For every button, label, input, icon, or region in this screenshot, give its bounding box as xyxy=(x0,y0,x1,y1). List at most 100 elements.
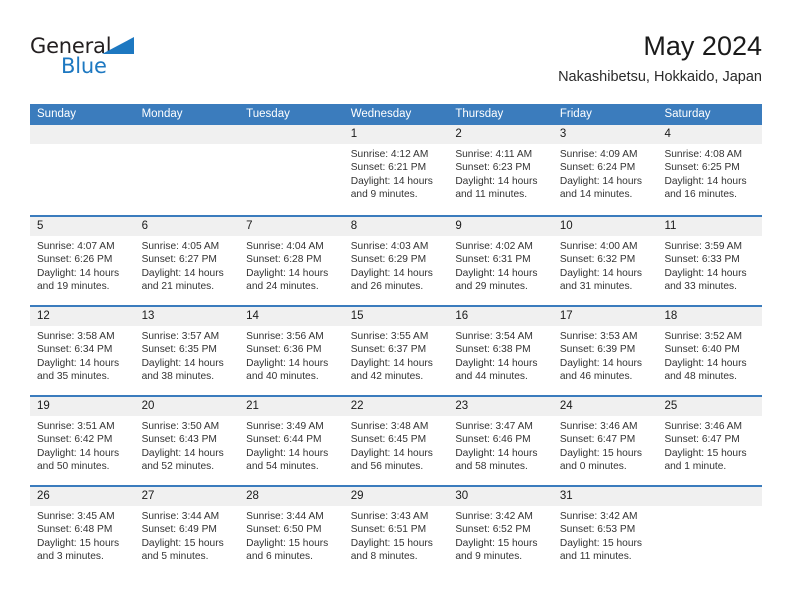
day-detail-line: Daylight: 15 hours xyxy=(246,537,329,549)
day-detail-line: Sunrise: 3:46 AM xyxy=(559,421,638,432)
calendar-day-cell[interactable]: 15 Sunrise: 3:55 AM Sunset: 6:37 PM Dayligh… xyxy=(343,307,449,395)
day-detail-line: and 26 minutes. xyxy=(350,281,424,293)
day-detail-line: Daylight: 15 hours xyxy=(559,447,643,459)
calendar-day-cell[interactable]: 14 Sunrise: 3:56 AM Sunset: 6:36 PM Dayligh… xyxy=(239,307,344,395)
calendar-week-row: 12 Sunrise: 3:58 AM Sunset: 6:34 PM Dayligh… xyxy=(30,305,763,395)
calendar-day-cell[interactable]: 11 Sunrise: 3:59 AM Sunset: 6:33 PM Dayligh… xyxy=(657,217,763,305)
day-number-header: 11 xyxy=(657,217,763,236)
day-detail-line: Sunrise: 3:50 AM xyxy=(141,421,220,432)
calendar-grid: Sunday Monday Tuesday Wednesday Thursday… xyxy=(30,104,763,575)
day-details: Sunrise: 3:56 AM Sunset: 6:36 PM Daylight:… xyxy=(239,326,344,384)
day-number: 4 xyxy=(664,128,671,140)
day-details: Sunrise: 4:09 AM Sunset: 6:24 PM Daylight:… xyxy=(553,144,658,202)
day-detail-line: Daylight: 14 hours xyxy=(246,267,329,279)
day-number-header: 19 xyxy=(30,397,135,416)
day-detail-line: Sunset: 6:31 PM xyxy=(455,254,531,266)
day-number-header: 9 xyxy=(448,217,553,236)
day-detail-line: Daylight: 15 hours xyxy=(350,537,433,549)
day-number: 28 xyxy=(246,490,259,502)
day-detail-line: Daylight: 14 hours xyxy=(664,175,747,187)
calendar-day-cell[interactable]: 19 Sunrise: 3:51 AM Sunset: 6:42 PM Dayligh… xyxy=(30,397,135,485)
calendar-day-cell[interactable]: 30 Sunrise: 3:42 AM Sunset: 6:52 PM Dayligh… xyxy=(448,487,553,575)
calendar-day-cell[interactable]: 5 Sunrise: 4:07 AM Sunset: 6:26 PM Daylight… xyxy=(30,217,135,305)
weekday-header-saturday: Saturday xyxy=(664,108,711,120)
day-number: 31 xyxy=(559,490,573,502)
calendar-day-cell[interactable]: 4 Sunrise: 4:08 AM Sunset: 6:25 PM Daylight… xyxy=(657,125,763,215)
calendar-day-cell[interactable]: 6 Sunrise: 4:05 AM Sunset: 6:27 PM Daylight… xyxy=(134,217,240,305)
calendar-day-cell[interactable]: 31 Sunrise: 3:42 AM Sunset: 6:53 PM Dayligh… xyxy=(552,487,658,575)
day-detail-line: Daylight: 15 hours xyxy=(455,537,538,549)
day-detail-line: Sunrise: 3:59 AM xyxy=(664,241,743,252)
day-detail-line: Sunset: 6:24 PM xyxy=(559,162,636,174)
day-detail-line: and 24 minutes. xyxy=(246,281,319,293)
calendar-day-cell-empty xyxy=(134,125,240,215)
calendar-day-cell[interactable]: 26 Sunrise: 3:45 AM Sunset: 6:48 PM Dayligh… xyxy=(30,487,135,575)
brand-logo[interactable]: General Blue xyxy=(30,34,150,82)
calendar-day-cell[interactable]: 8 Sunrise: 4:03 AM Sunset: 6:29 PM Daylight… xyxy=(343,217,449,305)
day-number-header: 25 xyxy=(657,397,763,416)
day-detail-line: Sunset: 6:25 PM xyxy=(664,162,740,174)
calendar-day-cell[interactable]: 28 Sunrise: 3:44 AM Sunset: 6:50 PM Dayligh… xyxy=(239,487,344,575)
day-detail-line: and 11 minutes. xyxy=(559,551,632,563)
day-detail-line: Sunset: 6:47 PM xyxy=(664,434,740,446)
day-detail-line: Sunset: 6:40 PM xyxy=(664,344,740,356)
day-number-header: 8 xyxy=(343,217,449,236)
weekday-header-monday: Monday xyxy=(141,108,183,120)
day-details: Sunrise: 3:57 AM Sunset: 6:35 PM Daylight:… xyxy=(135,326,240,384)
calendar-page: General Blue May 2024 Nakashibetsu, Hokk… xyxy=(0,0,792,612)
day-detail-line: and 8 minutes. xyxy=(350,551,418,563)
calendar-day-cell[interactable]: 27 Sunrise: 3:44 AM Sunset: 6:49 PM Dayligh… xyxy=(134,487,240,575)
day-details: Sunrise: 3:51 AM Sunset: 6:42 PM Daylight:… xyxy=(30,416,135,474)
day-number-header: 29 xyxy=(343,487,449,506)
calendar-day-cell[interactable]: 18 Sunrise: 3:52 AM Sunset: 6:40 PM Dayligh… xyxy=(657,307,763,395)
triangle-flag-icon xyxy=(102,37,134,54)
day-detail-line: Sunrise: 3:45 AM xyxy=(37,511,115,522)
weekday-header-row: Sunday Monday Tuesday Wednesday Thursday… xyxy=(30,104,762,125)
day-detail-line: Sunset: 6:37 PM xyxy=(350,344,427,356)
day-detail-line: Daylight: 14 hours xyxy=(559,267,643,279)
calendar-day-cell[interactable]: 1 Sunrise: 4:12 AM Sunset: 6:21 PM Daylight… xyxy=(343,125,449,215)
calendar-day-cell-empty xyxy=(657,487,763,575)
calendar-day-cell-empty xyxy=(239,125,344,215)
calendar-day-cell[interactable]: 9 Sunrise: 4:02 AM Sunset: 6:31 PM Daylight… xyxy=(448,217,553,305)
day-detail-line: Sunrise: 3:49 AM xyxy=(246,421,324,432)
calendar-day-cell[interactable]: 13 Sunrise: 3:57 AM Sunset: 6:35 PM Dayligh… xyxy=(134,307,240,395)
day-number-header: 31 xyxy=(552,487,658,506)
day-detail-line: Sunset: 6:39 PM xyxy=(559,344,636,356)
day-detail-line: Daylight: 14 hours xyxy=(141,267,224,279)
calendar-day-cell[interactable]: 10 Sunrise: 4:00 AM Sunset: 6:32 PM Dayligh… xyxy=(552,217,658,305)
day-detail-line: Daylight: 14 hours xyxy=(246,447,329,459)
day-details: Sunrise: 3:46 AM Sunset: 6:47 PM Daylight:… xyxy=(553,416,658,474)
day-detail-line: Daylight: 14 hours xyxy=(559,357,643,369)
calendar-day-cell[interactable]: 23 Sunrise: 3:47 AM Sunset: 6:46 PM Dayligh… xyxy=(448,397,553,485)
day-number: 18 xyxy=(664,310,678,322)
day-number-header: 2 xyxy=(448,125,553,144)
day-detail-line: and 58 minutes. xyxy=(455,461,528,473)
day-number-header: 1 xyxy=(343,125,449,144)
calendar-day-cell-empty xyxy=(30,125,135,215)
day-detail-line: Sunset: 6:47 PM xyxy=(559,434,636,446)
calendar-day-cell[interactable]: 20 Sunrise: 3:50 AM Sunset: 6:43 PM Dayligh… xyxy=(134,397,240,485)
day-detail-line: Sunset: 6:52 PM xyxy=(455,524,531,536)
day-details: Sunrise: 3:55 AM Sunset: 6:37 PM Daylight:… xyxy=(344,326,449,384)
day-detail-line: Daylight: 14 hours xyxy=(664,357,747,369)
page-subtitle: Nakashibetsu, Hokkaido, Japan xyxy=(558,69,762,85)
calendar-day-cell[interactable]: 29 Sunrise: 3:43 AM Sunset: 6:51 PM Dayligh… xyxy=(343,487,449,575)
calendar-day-cell[interactable]: 2 Sunrise: 4:11 AM Sunset: 6:23 PM Daylight… xyxy=(448,125,553,215)
day-detail-line: and 1 minute. xyxy=(664,461,727,473)
calendar-day-cell[interactable]: 25 Sunrise: 3:46 AM Sunset: 6:47 PM Dayligh… xyxy=(657,397,763,485)
day-number: 1 xyxy=(350,128,358,140)
calendar-day-cell[interactable]: 17 Sunrise: 3:53 AM Sunset: 6:39 PM Dayligh… xyxy=(552,307,658,395)
day-details: Sunrise: 4:08 AM Sunset: 6:25 PM Daylight:… xyxy=(657,144,762,202)
day-detail-line: Sunrise: 4:09 AM xyxy=(559,149,638,160)
calendar-day-cell[interactable]: 22 Sunrise: 3:48 AM Sunset: 6:45 PM Dayligh… xyxy=(343,397,449,485)
calendar-day-cell[interactable]: 24 Sunrise: 3:46 AM Sunset: 6:47 PM Dayligh… xyxy=(552,397,658,485)
calendar-day-cell[interactable]: 16 Sunrise: 3:54 AM Sunset: 6:38 PM Dayligh… xyxy=(448,307,553,395)
calendar-day-cell[interactable]: 12 Sunrise: 3:58 AM Sunset: 6:34 PM Dayligh… xyxy=(30,307,135,395)
calendar-day-cell[interactable]: 21 Sunrise: 3:49 AM Sunset: 6:44 PM Dayligh… xyxy=(239,397,344,485)
calendar-day-cell[interactable]: 7 Sunrise: 4:04 AM Sunset: 6:28 PM Daylight… xyxy=(239,217,344,305)
calendar-day-cell[interactable]: 3 Sunrise: 4:09 AM Sunset: 6:24 PM Daylight… xyxy=(552,125,658,215)
day-detail-line: Daylight: 14 hours xyxy=(350,357,433,369)
day-detail-line: Sunset: 6:50 PM xyxy=(246,524,322,536)
day-detail-line: Sunset: 6:21 PM xyxy=(350,162,427,174)
